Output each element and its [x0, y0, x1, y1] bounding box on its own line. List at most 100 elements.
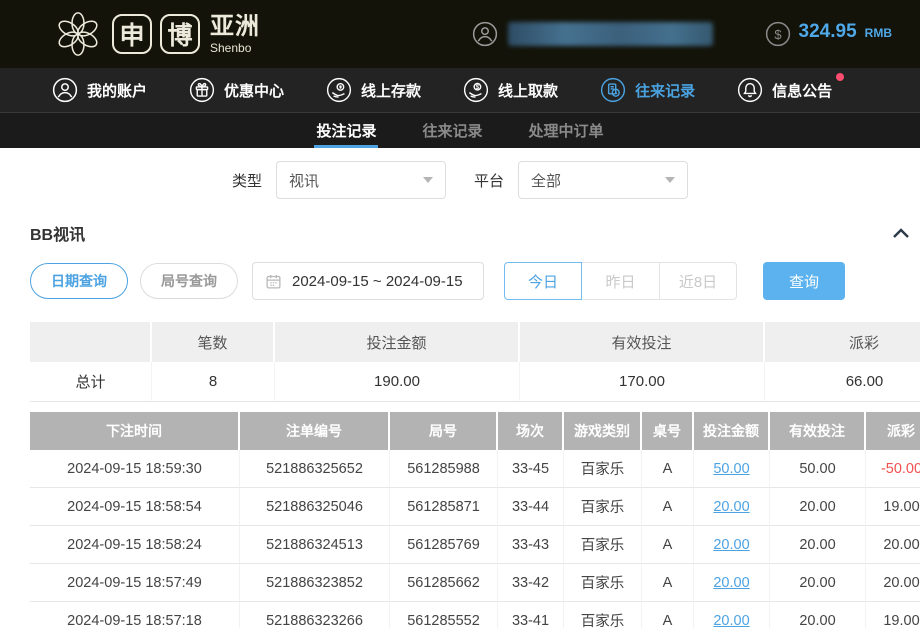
table-cell: 20.00: [866, 526, 920, 564]
type-select[interactable]: 视讯: [276, 161, 446, 199]
table-cell: 2024-09-15 18:59:30: [30, 450, 240, 488]
table-header-cell: 场次: [498, 412, 564, 450]
type-select-value: 视讯: [289, 170, 319, 191]
user-account[interactable]: [472, 21, 713, 47]
summary-header-cell: [30, 322, 152, 362]
main-nav: 我的账户 优惠中心 线上存款 $ 线上取款: [0, 68, 920, 112]
platform-select-value: 全部: [531, 170, 561, 191]
table-header-cell: 下注时间: [30, 412, 240, 450]
tab-pending-orders[interactable]: 处理中订单: [527, 113, 606, 148]
svg-text:$: $: [774, 27, 782, 42]
summary-payout: 66.00: [765, 362, 920, 402]
table-cell: 561285988: [390, 450, 498, 488]
last-8-days-button[interactable]: 近8日: [659, 262, 737, 300]
summary-bet-count: 8: [152, 362, 275, 402]
table-cell: 百家乐: [564, 450, 642, 488]
table-header-cell: 游戏类别: [564, 412, 642, 450]
table-cell: 561285871: [390, 488, 498, 526]
nav-item-promotions[interactable]: 优惠中心: [189, 77, 284, 103]
deposit-icon: [326, 77, 352, 103]
balance-currency: RMB: [865, 26, 892, 40]
bet-amount-link[interactable]: 50.00: [694, 450, 770, 488]
table-cell: 33-41: [498, 602, 564, 628]
table-cell: 33-42: [498, 564, 564, 602]
table-cell: 20.00: [770, 602, 866, 628]
summary-header-cell: 有效投注: [520, 322, 765, 362]
table-cell: 20.00: [770, 488, 866, 526]
table-cell: 19.00: [866, 488, 920, 526]
summary-total-row: 总计 8 190.00 170.00 66.00: [30, 362, 920, 402]
redacted-username: [508, 22, 713, 46]
table-cell: 百家乐: [564, 602, 642, 628]
platform-select[interactable]: 全部: [518, 161, 688, 199]
table-header-cell: 有效投注: [770, 412, 866, 450]
date-range-value: 2024-09-15 ~ 2024-09-15: [292, 273, 463, 290]
table-header-row: 下注时间 注单编号 局号 场次 游戏类别 桌号 投注金额 有效投注 派彩: [30, 412, 920, 450]
collapse-section-button[interactable]: [892, 226, 910, 240]
nav-label: 线上存款: [361, 80, 421, 101]
table-row: 2024-09-15 18:59:30521886325652561285988…: [30, 450, 920, 488]
notification-dot: [836, 73, 844, 81]
table-cell: 百家乐: [564, 564, 642, 602]
logo-char-shen: 申: [112, 14, 152, 54]
nav-item-my-account[interactable]: 我的账户: [52, 77, 147, 103]
table-header-cell: 投注金额: [694, 412, 770, 450]
table-cell: 19.00: [866, 602, 920, 628]
table-cell: A: [642, 602, 694, 628]
bet-amount-link[interactable]: 20.00: [694, 488, 770, 526]
round-query-button[interactable]: 局号查询: [140, 263, 238, 299]
table-cell: 百家乐: [564, 526, 642, 564]
summary-header-cell: 笔数: [152, 322, 275, 362]
date-range-input[interactable]: 2024-09-15 ~ 2024-09-15: [252, 262, 484, 300]
balance[interactable]: $ 324.95 RMB: [765, 21, 892, 47]
filter-bar: 类型 视讯 平台 全部: [0, 148, 920, 212]
table-cell: 2024-09-15 18:58:24: [30, 526, 240, 564]
withdraw-icon: $: [463, 77, 489, 103]
platform-filter-label: 平台: [474, 170, 504, 191]
nav-item-deposit[interactable]: 线上存款: [326, 77, 421, 103]
tab-bet-records[interactable]: 投注记录: [314, 113, 378, 148]
table-header-cell: 派彩: [866, 412, 920, 450]
nav-label: 我的账户: [87, 80, 147, 101]
table-cell: 20.00: [866, 564, 920, 602]
table-row: 2024-09-15 18:58:54521886325046561285871…: [30, 488, 920, 526]
date-shortcut-group: 今日 昨日 近8日: [504, 262, 737, 300]
yesterday-button[interactable]: 昨日: [582, 262, 660, 300]
table-cell: 百家乐: [564, 488, 642, 526]
dollar-icon: $: [765, 21, 791, 47]
table-cell: A: [642, 564, 694, 602]
table-cell: 561285552: [390, 602, 498, 628]
table-cell: 521886325652: [240, 450, 390, 488]
logo-region: 亚洲: [210, 15, 260, 39]
table-cell: 50.00: [770, 450, 866, 488]
bet-amount-link[interactable]: 20.00: [694, 526, 770, 564]
date-query-button[interactable]: 日期查询: [30, 263, 128, 299]
bet-amount-link[interactable]: 20.00: [694, 564, 770, 602]
table-cell: A: [642, 526, 694, 564]
chevron-up-icon: [892, 226, 910, 240]
table-cell: 2024-09-15 18:58:54: [30, 488, 240, 526]
top-header: 申 博 亚洲 Shenbo $ 324.95 RMB: [0, 0, 920, 68]
calendar-icon: [265, 273, 282, 290]
chevron-down-icon: [423, 177, 433, 183]
table-cell: 521886324513: [240, 526, 390, 564]
table-cell: 20.00: [770, 564, 866, 602]
nav-item-records[interactable]: 往来记录: [600, 77, 695, 103]
nav-item-announcements[interactable]: 信息公告: [737, 77, 832, 103]
table-cell: 521886323266: [240, 602, 390, 628]
nav-item-withdraw[interactable]: $ 线上取款: [463, 77, 558, 103]
tab-transaction-records[interactable]: 往来记录: [420, 113, 484, 148]
logo[interactable]: 申 博 亚洲 Shenbo: [52, 8, 260, 60]
search-button[interactable]: 查询: [763, 262, 845, 300]
table-cell: A: [642, 450, 694, 488]
user-circle-icon: [52, 77, 78, 103]
summary-valid-bet: 170.00: [520, 362, 765, 402]
table-cell: 33-43: [498, 526, 564, 564]
nav-label: 优惠中心: [224, 80, 284, 101]
summary-header-row: 笔数 投注金额 有效投注 派彩: [30, 322, 920, 362]
today-button[interactable]: 今日: [504, 262, 582, 300]
bet-amount-link[interactable]: 20.00: [694, 602, 770, 628]
flower-logo-icon: [52, 8, 104, 60]
table-header-cell: 注单编号: [240, 412, 390, 450]
summary-header-cell: 投注金额: [275, 322, 520, 362]
